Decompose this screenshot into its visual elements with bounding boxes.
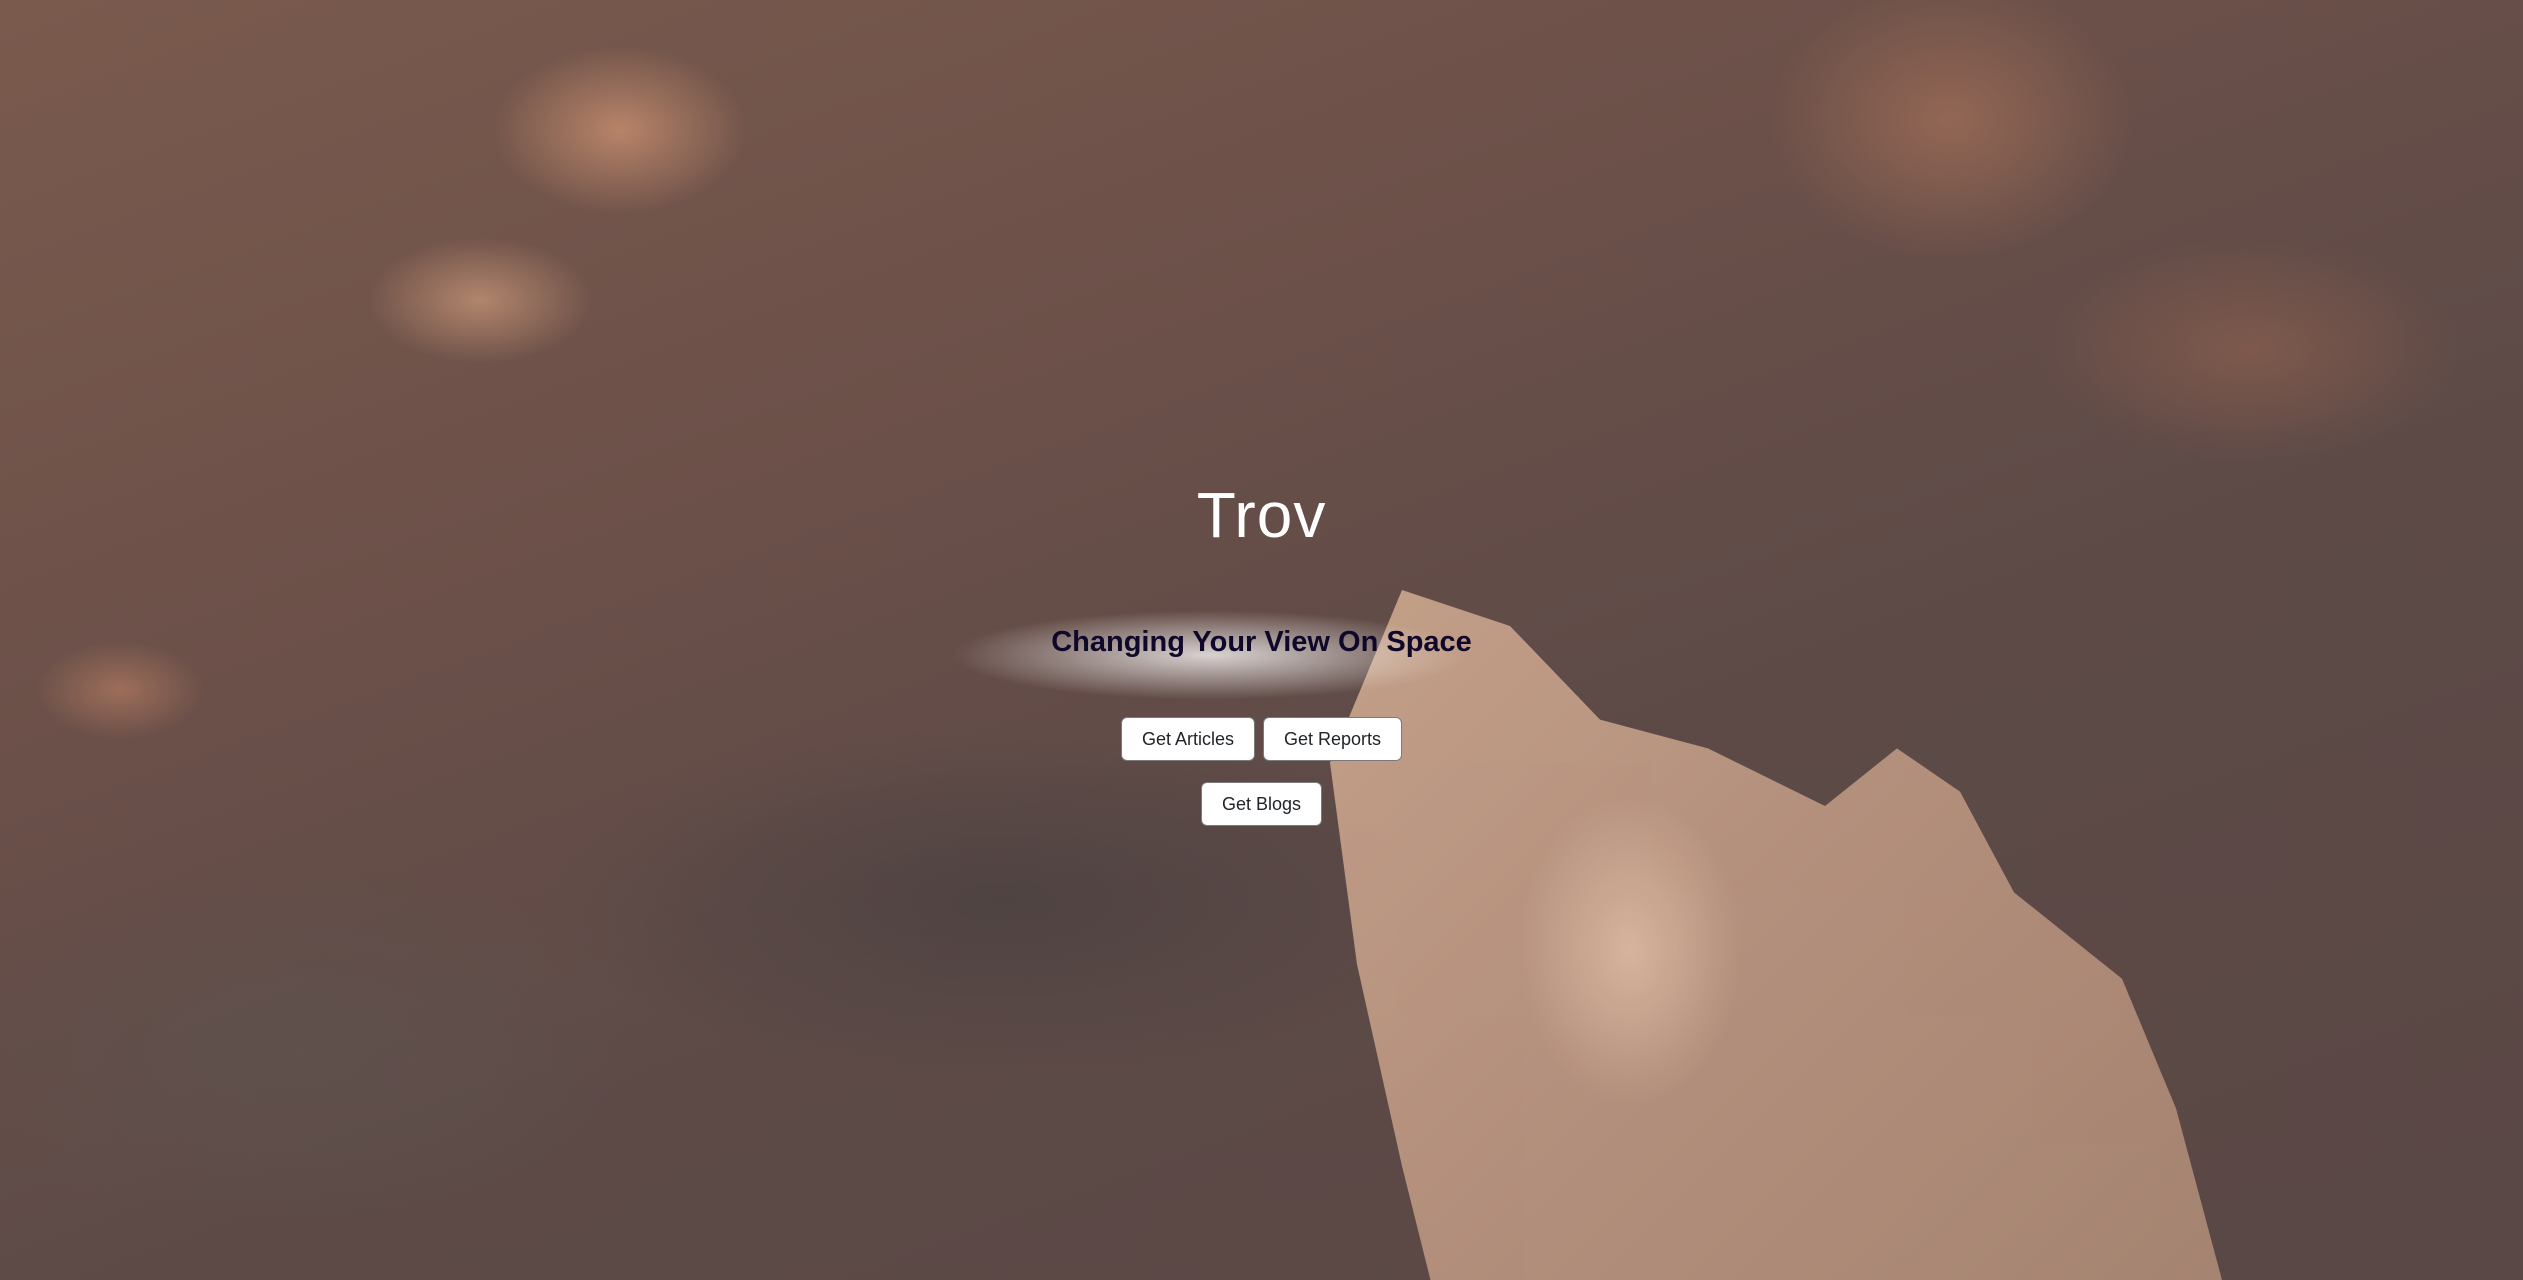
hero-section: Trov Changing Your View On Space Get Art… bbox=[0, 0, 2523, 1280]
site-tagline: Changing Your View On Space bbox=[1051, 626, 1472, 658]
button-row-secondary: Get Blogs bbox=[0, 782, 2523, 826]
button-row-primary: Get Articles Get Reports bbox=[0, 717, 2523, 761]
get-reports-button[interactable]: Get Reports bbox=[1262, 717, 1403, 761]
get-blogs-button[interactable]: Get Blogs bbox=[1200, 782, 1323, 826]
site-title: Trov bbox=[1196, 479, 1327, 551]
get-articles-button[interactable]: Get Articles bbox=[1120, 717, 1255, 761]
